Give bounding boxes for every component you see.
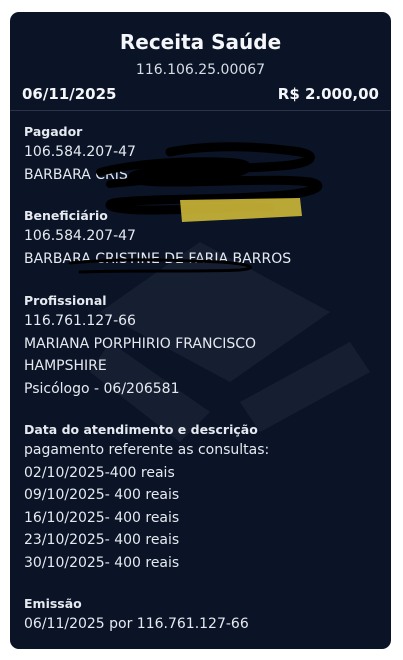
beneficiario-label: Beneficiário <box>24 208 108 223</box>
pagador-name: BARBARA CRIS <box>24 166 128 183</box>
beneficiario-section: Beneficiário 106.584.207-47 BARBARA CRIS… <box>24 207 381 270</box>
pagador-label: Pagador <box>24 124 83 139</box>
page-title: Receita Saúde <box>119 30 282 54</box>
atendimento-line: 02/10/2025-400 reais <box>24 464 175 481</box>
profissional-cpf: 116.761.127-66 <box>24 313 136 329</box>
pagador-section: Pagador 106.584.207-47 BARBARA CRIS <box>24 123 381 186</box>
header-divider <box>10 110 391 111</box>
atendimento-line: 16/10/2025- 400 reais <box>24 509 180 526</box>
profissional-label: Profissional <box>24 293 107 308</box>
atendimento-line: 30/10/2025- 400 reais <box>24 554 180 571</box>
atendimento-label: Data do atendimento e descrição <box>24 422 258 437</box>
atendimento-section: Data do atendimento e descrição pagament… <box>24 421 381 574</box>
emissao-value: 06/11/2025 por 116.761.127-66 <box>24 616 249 632</box>
atendimento-line: 23/10/2025- 400 reais <box>24 532 180 548</box>
profissional-name-line1: MARIANA PORPHIRIO FRANCISCO <box>24 335 257 352</box>
profissional-section: Profissional 116.761.127-66 MARIANA PORP… <box>24 292 381 400</box>
beneficiario-name: BARBARA CRISTINE DE FARIA BARROS <box>24 250 292 267</box>
beneficiario-cpf: 106.584.207-47 <box>24 228 136 244</box>
emissao-label: Emissão <box>24 596 82 611</box>
receipt-card: Receita Saúde 116.106.25.00067 06/11/202… <box>10 12 391 649</box>
receipt-number: 116.106.25.00067 <box>135 62 266 78</box>
profissional-registration: Psicólogo - 06/206581 <box>24 380 180 397</box>
receipt-date: 06/11/2025 <box>22 85 117 103</box>
pagador-cpf: 106.584.207-47 <box>24 144 136 160</box>
profissional-name-line2: HAMPSHIRE <box>24 358 107 374</box>
atendimento-line: pagamento referente as consultas: <box>24 442 270 458</box>
atendimento-line: 09/10/2025- 400 reais <box>24 487 180 503</box>
emissao-section: Emissão 06/11/2025 por 116.761.127-66 <box>24 595 381 636</box>
receipt-amount: R$ 2.000,00 <box>277 85 379 103</box>
